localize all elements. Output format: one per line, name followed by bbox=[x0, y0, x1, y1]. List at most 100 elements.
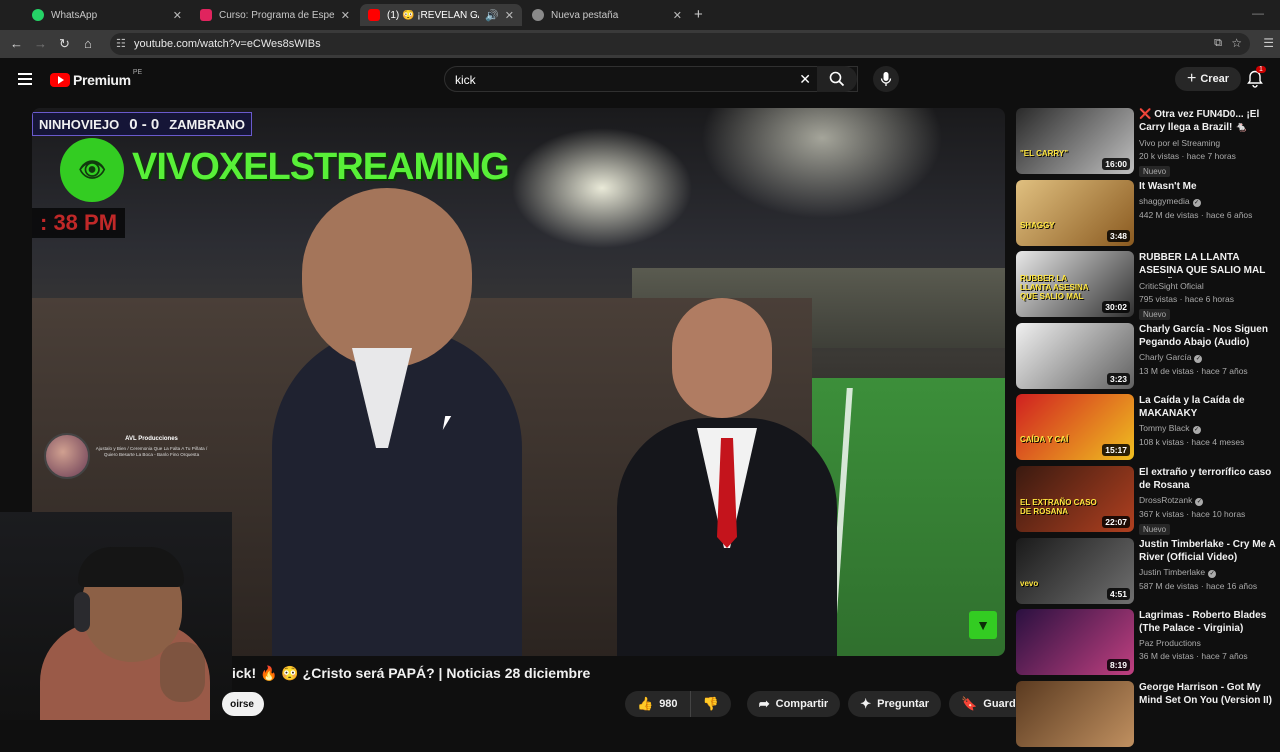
channel-label: Tommy Black bbox=[1139, 423, 1190, 434]
youtube-logo[interactable]: Premium PE bbox=[50, 68, 143, 88]
scoreboard: NINHOVIEJO 0 - 0 ZAMBRANO bbox=[32, 112, 253, 136]
search-box[interactable]: kick ✕ bbox=[444, 66, 858, 92]
channel-name[interactable]: Vivo por el Streaming bbox=[1139, 138, 1280, 148]
address-bar-row: ← → ↻ ⌂ ☷ youtube.com/watch?v=eCWes8sWIB… bbox=[0, 30, 1280, 58]
recommendation-title[interactable]: George Harrison - Got My Mind Set On You… bbox=[1139, 681, 1280, 707]
recommendation-title[interactable]: ❌ Otra vez FUN4D0... ¡El Carry llega a B… bbox=[1139, 108, 1280, 135]
recommendation-info: ❌ Otra vez FUN4D0... ¡El Carry llega a B… bbox=[1139, 108, 1280, 179]
extensions-menu-icon[interactable]: ☰ bbox=[1263, 36, 1274, 50]
back-arrow-icon[interactable]: ← bbox=[10, 36, 23, 51]
browser-tab-bar: WhatsApp ✕ Curso: Programa de Especializ… bbox=[0, 0, 1280, 30]
duration-badge: 8:19 bbox=[1106, 659, 1130, 672]
voice-search-button[interactable] bbox=[873, 66, 899, 92]
forward-arrow-icon[interactable]: → bbox=[34, 36, 47, 51]
home-icon[interactable]: ⌂ bbox=[84, 36, 92, 51]
hamburger-menu-icon[interactable] bbox=[18, 73, 32, 85]
search-input[interactable]: kick bbox=[455, 73, 476, 87]
avl-description: Ajustalo y Bien / Ceremonia Que La Falta… bbox=[95, 446, 208, 457]
video-thumbnail[interactable]: SHAGGY 3:48 bbox=[1016, 179, 1134, 246]
site-info-icon[interactable]: ☷ bbox=[116, 37, 126, 50]
view-meta: 795 vistas · hace 6 horas bbox=[1139, 294, 1234, 305]
recommendation-title[interactable]: Justin Timberlake - Cry Me A River (Offi… bbox=[1139, 538, 1280, 564]
channel-logo-icon: 👁 bbox=[60, 138, 124, 202]
recommendation-item[interactable]: 8:19 Lagrimas - Roberto Blades (The Palac… bbox=[1016, 609, 1280, 681]
search-icon bbox=[829, 71, 845, 87]
channel-label: Paz Productions bbox=[1139, 638, 1201, 649]
recommendation-item[interactable]: SHAGGY 3:48 It Wasn't Me shaggymedia ✓ 442 M … bbox=[1016, 179, 1280, 252]
clear-search-icon[interactable]: ✕ bbox=[799, 71, 811, 88]
youtube-play-icon bbox=[50, 73, 70, 87]
recommendation-title[interactable]: Charly García - Nos Siguen Pegando Abajo… bbox=[1139, 323, 1280, 349]
close-tab-icon[interactable]: ✕ bbox=[505, 9, 514, 22]
video-thumbnail[interactable]: vevo 4:51 bbox=[1016, 537, 1134, 604]
recommendation-title[interactable]: Lagrimas - Roberto Blades (The Palace - … bbox=[1139, 609, 1280, 635]
channel-name[interactable]: Paz Productions bbox=[1139, 638, 1280, 648]
recommendation-title[interactable]: RUBBER LA LLANTA ASESINA QUE SALIO MAL R… bbox=[1139, 251, 1280, 278]
logo-text: Premium bbox=[73, 72, 131, 88]
dislike-button[interactable]: 👎 bbox=[690, 691, 731, 717]
recommendation-item[interactable]: EL EXTRAÑO CASO DE ROSANA 22:07 El extraño… bbox=[1016, 465, 1280, 538]
tab-youtube-active[interactable]: (1) 😳 ¡REVELAN GANANCI 🔊 ✕ bbox=[360, 4, 522, 26]
recommendation-info: George Harrison - Got My Mind Set On You… bbox=[1139, 681, 1280, 707]
url-field[interactable]: ☷ youtube.com/watch?v=eCWes8sWIBs ⧉ ☆ bbox=[110, 33, 1250, 55]
duration-badge: 3:48 bbox=[1106, 229, 1130, 242]
channel-name[interactable]: shaggymedia ✓ bbox=[1139, 196, 1280, 207]
view-meta: 36 M de vistas · hace 7 años bbox=[1139, 651, 1248, 662]
notifications-button[interactable]: 1 bbox=[1247, 66, 1266, 93]
recommendation-title[interactable]: It Wasn't Me bbox=[1139, 180, 1280, 193]
close-tab-icon[interactable]: ✕ bbox=[341, 9, 350, 22]
share-button[interactable]: ➦ Compartir bbox=[746, 691, 841, 717]
create-button[interactable]: + Crear bbox=[1175, 67, 1242, 91]
like-dislike-group: 👍 980 👎 bbox=[625, 691, 739, 717]
thumbnail-text: vevo bbox=[1020, 578, 1039, 588]
ask-button[interactable]: ✦ Preguntar bbox=[848, 691, 942, 717]
video-title: ick! 🔥 😳 ¿Cristo será PAPÁ? | Noticias 2… bbox=[232, 665, 591, 681]
url-text[interactable]: youtube.com/watch?v=eCWes8sWIBs bbox=[134, 38, 321, 50]
tab-curso[interactable]: Curso: Programa de Especializa ✕ bbox=[192, 4, 358, 26]
duration-badge: 15:17 bbox=[1102, 444, 1130, 457]
minimize-icon[interactable]: — bbox=[1252, 6, 1264, 20]
tab-title: Nueva pestaña bbox=[551, 9, 619, 21]
view-meta: 442 M de vistas · hace 6 años bbox=[1139, 209, 1253, 220]
view-meta: 108 k vistas · hace 4 meses bbox=[1139, 437, 1245, 448]
video-thumbnail[interactable]: EL EXTRAÑO CASO DE ROSANA 22:07 bbox=[1016, 465, 1134, 532]
close-tab-icon[interactable]: ✕ bbox=[173, 9, 182, 22]
like-button[interactable]: 👍 980 bbox=[625, 691, 691, 717]
chrome-icon bbox=[532, 9, 544, 21]
video-thumbnail[interactable]: CAÍDA Y CAÍ 15:17 bbox=[1016, 394, 1134, 461]
recommendation-item[interactable]: 3:23 Charly García - Nos Siguen Pegando A… bbox=[1016, 322, 1280, 395]
new-tab-button[interactable]: + bbox=[694, 6, 703, 23]
video-thumbnail[interactable]: RUBBER LA LLANTA ASESINA QUE SALIO MAL 30… bbox=[1016, 251, 1134, 318]
recommendation-info: La Caída y la Caída de MAKANAKY Tommy Bla… bbox=[1139, 394, 1280, 447]
search-button[interactable] bbox=[817, 66, 857, 92]
thumbnail-text: SHAGGY bbox=[1020, 220, 1055, 230]
video-thumbnail[interactable]: 8:19 bbox=[1016, 609, 1134, 676]
channel-name[interactable]: CriticSight Oficial bbox=[1139, 281, 1280, 291]
tab-new[interactable]: Nueva pestaña ✕ bbox=[524, 4, 690, 26]
subscribe-button[interactable]: oirse bbox=[222, 692, 264, 716]
recommendation-title[interactable]: La Caída y la Caída de MAKANAKY bbox=[1139, 394, 1280, 420]
channel-name[interactable]: Tommy Black ✓ bbox=[1139, 423, 1280, 435]
recommendation-item[interactable]: vevo 4:51 Justin Timberlake - Cry Me A Riv… bbox=[1016, 537, 1280, 610]
speaker-icon[interactable]: 🔊 bbox=[485, 9, 499, 22]
subscribe-label: oirse bbox=[230, 698, 254, 710]
avl-avatar bbox=[44, 433, 90, 479]
recommendation-title[interactable]: El extraño y terrorífico caso de Rosana bbox=[1139, 466, 1280, 492]
tab-whatsapp[interactable]: WhatsApp ✕ bbox=[24, 4, 190, 26]
channel-name[interactable]: Justin Timberlake ✓ bbox=[1139, 567, 1280, 578]
recommendation-item[interactable]: George Harrison - Got My Mind Set On You… bbox=[1016, 680, 1280, 752]
recommendation-item[interactable]: RUBBER LA LLANTA ASESINA QUE SALIO MAL 30… bbox=[1016, 251, 1280, 323]
reload-icon[interactable]: ↻ bbox=[59, 36, 70, 52]
recommendation-item[interactable]: CAÍDA Y CAÍ 15:17 La Caída y la Caída de M… bbox=[1016, 394, 1280, 466]
install-app-icon[interactable]: ⧉ bbox=[1214, 37, 1222, 50]
channel-name[interactable]: DrossRotzank ✓ bbox=[1139, 495, 1280, 506]
verified-check-icon: ✓ bbox=[1195, 497, 1204, 506]
country-code: PE bbox=[132, 68, 143, 76]
video-thumbnail[interactable] bbox=[1016, 680, 1134, 747]
channel-name[interactable]: Charly García ✓ bbox=[1139, 352, 1280, 363]
video-thumbnail[interactable]: "EL CARRY" 16:00 bbox=[1016, 108, 1134, 174]
recommendation-item[interactable]: "EL CARRY" 16:00 ❌ Otra vez FUN4D0... ¡El … bbox=[1016, 108, 1280, 180]
bookmark-star-icon[interactable]: ☆ bbox=[1231, 36, 1242, 50]
video-thumbnail[interactable]: 3:23 bbox=[1016, 322, 1134, 389]
close-tab-icon[interactable]: ✕ bbox=[673, 9, 682, 22]
